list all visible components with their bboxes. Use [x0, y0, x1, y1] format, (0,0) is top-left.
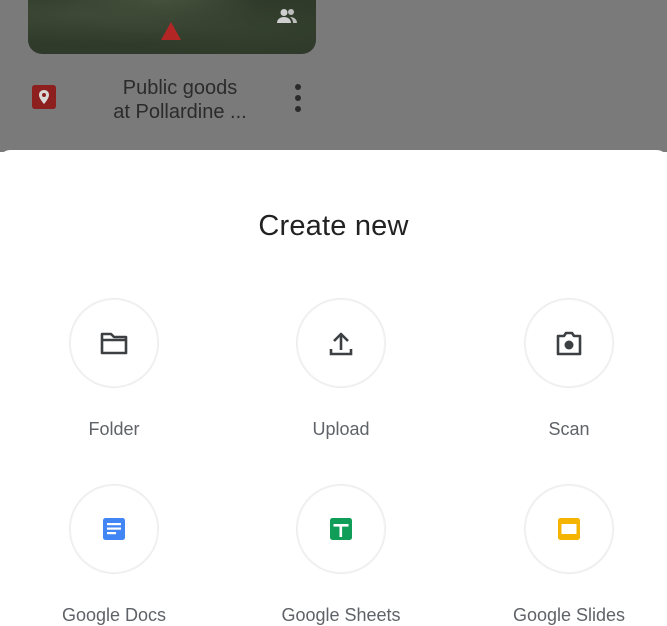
google-slides-option[interactable]: Google Slides	[469, 484, 667, 626]
google-docs-label: Google Docs	[61, 605, 167, 625]
sheet-title: Create new	[258, 210, 409, 242]
docs-icon	[103, 518, 125, 540]
file-list-item[interactable]: Public goods at Pollardine ...	[0, 72, 667, 132]
file-title-line-2: at Pollardine ...	[113, 101, 247, 123]
google-docs-option[interactable]: Google Docs	[14, 484, 214, 626]
google-slides-button[interactable]	[524, 484, 614, 574]
scan-button[interactable]	[524, 298, 614, 388]
google-sheets-option[interactable]: Google Sheets	[241, 484, 441, 626]
google-sheets-label: Google Sheets	[281, 605, 401, 625]
file-title-line-1: Public goods	[122, 77, 238, 99]
folder-label: Folder	[88, 419, 140, 439]
camera-icon	[556, 331, 582, 356]
shared-people-icon	[277, 9, 297, 23]
scan-label: Scan	[548, 419, 590, 439]
folder-button[interactable]	[69, 298, 159, 388]
scan-option[interactable]: Scan	[469, 298, 667, 440]
create-new-sheet: Create new Folder Upload Scan Google Doc…	[0, 150, 667, 625]
upload-button[interactable]	[296, 298, 386, 388]
slides-icon	[558, 518, 580, 540]
google-slides-label: Google Slides	[512, 605, 626, 625]
map-pin-icon	[32, 85, 56, 109]
folder-option[interactable]: Folder	[14, 298, 214, 440]
upload-label: Upload	[312, 419, 370, 439]
more-options-icon[interactable]	[286, 84, 310, 118]
folder-icon	[100, 332, 128, 355]
dimmed-background[interactable]: Public goods at Pollardine ...	[0, 0, 667, 152]
map-marker-icon	[161, 22, 181, 40]
sheets-icon	[330, 518, 352, 540]
upload-option[interactable]: Upload	[241, 298, 441, 440]
file-title: Public goods at Pollardine ...	[95, 76, 265, 124]
google-docs-button[interactable]	[69, 484, 159, 574]
map-thumbnail	[28, 0, 316, 54]
google-sheets-button[interactable]	[296, 484, 386, 574]
upload-icon	[329, 332, 353, 356]
